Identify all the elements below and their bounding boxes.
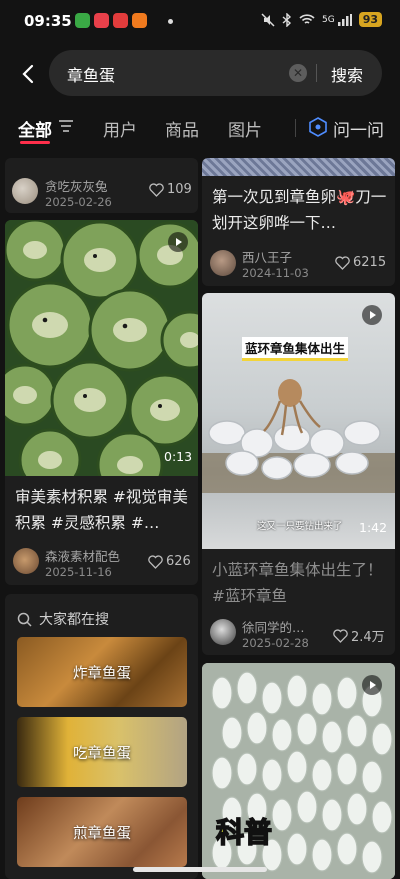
search-icon bbox=[17, 612, 32, 627]
suggestion-label: 吃章鱼蛋 bbox=[73, 746, 131, 762]
post-card[interactable]: 第一次见到章鱼卵🐙刀一划开这卵哗一下… 西八王子 2024-11-03 6215 bbox=[202, 158, 395, 286]
post-date: 2025-02-26 bbox=[45, 195, 112, 209]
mute-icon bbox=[261, 12, 275, 27]
video-overlay-title: 蓝环章鱼集体出生 bbox=[242, 337, 349, 361]
tab-goods[interactable]: 商品 bbox=[165, 116, 199, 141]
divider bbox=[316, 64, 317, 82]
post-card[interactable]: 科普 bbox=[202, 663, 395, 879]
author-name[interactable]: 徐同学的… bbox=[242, 617, 305, 636]
avatar[interactable] bbox=[12, 178, 38, 204]
like-count: 2.4万 bbox=[351, 630, 385, 645]
author-name[interactable]: 森液素材配色 bbox=[45, 546, 120, 565]
signal-icon bbox=[337, 13, 352, 26]
post-card[interactable]: 0:13 审美素材积累 #视觉审美积累 #灵感积累 #… 森液素材配色 2025… bbox=[5, 220, 198, 585]
post-title[interactable]: 小蓝环章鱼集体出生了！#蓝环章鱼 bbox=[212, 557, 388, 609]
search-query[interactable]: 章鱼蛋 bbox=[67, 62, 115, 86]
octopus-hatching-image bbox=[202, 379, 395, 493]
like-count: 626 bbox=[166, 554, 191, 569]
suggestion-label: 炸章鱼蛋 bbox=[73, 666, 131, 682]
clock: 09:35 bbox=[24, 12, 72, 30]
like-button[interactable]: 2.4万 bbox=[333, 626, 385, 645]
post-cover-image[interactable]: 0:13 bbox=[5, 220, 198, 476]
heart-icon bbox=[149, 182, 164, 197]
post-title[interactable]: 第一次见到章鱼卵🐙刀一划开这卵哗一下… bbox=[212, 184, 388, 236]
suggestion-card: 大家都在搜 炸章鱼蛋 吃章鱼蛋 煎章鱼蛋 bbox=[5, 594, 198, 879]
heart-icon bbox=[335, 255, 350, 270]
video-overlay-title: 科普 bbox=[215, 815, 273, 850]
video-duration: 0:13 bbox=[164, 449, 193, 464]
battery-level: 93 bbox=[358, 12, 382, 27]
video-duration: 1:42 bbox=[359, 520, 388, 535]
app-notification-icon bbox=[75, 13, 90, 28]
suggestion-header: 大家都在搜 bbox=[39, 612, 109, 628]
suggestion-item[interactable]: 煎章鱼蛋 bbox=[17, 797, 187, 867]
post-date: 2024-11-03 bbox=[242, 266, 309, 280]
play-icon[interactable] bbox=[168, 232, 188, 252]
wifi-icon bbox=[299, 13, 315, 24]
status-bar: 09:35 5G 93 bbox=[0, 0, 400, 44]
search-input[interactable]: 章鱼蛋 ✕ 搜索 bbox=[49, 50, 382, 96]
play-icon[interactable] bbox=[362, 675, 382, 695]
tab-ask[interactable]: 问一问 bbox=[333, 116, 384, 141]
heart-icon bbox=[333, 628, 348, 643]
heart-icon bbox=[148, 554, 163, 569]
divider bbox=[295, 119, 296, 137]
like-button[interactable]: 626 bbox=[148, 554, 191, 569]
like-count: 109 bbox=[167, 182, 192, 197]
bluetooth-icon bbox=[282, 12, 292, 27]
avatar[interactable] bbox=[13, 548, 39, 574]
like-count: 6215 bbox=[353, 255, 387, 270]
like-button[interactable]: 109 bbox=[149, 182, 192, 197]
active-tab-indicator bbox=[20, 141, 50, 144]
search-bar: 章鱼蛋 ✕ 搜索 bbox=[0, 50, 400, 98]
like-button[interactable]: 6215 bbox=[335, 255, 386, 270]
post-date: 2025-11-16 bbox=[45, 565, 112, 579]
suggestion-item[interactable]: 吃章鱼蛋 bbox=[17, 717, 187, 787]
tab-all[interactable]: 全部 bbox=[18, 116, 52, 141]
video-subtitle: 这又一只要钻出来了 bbox=[257, 521, 343, 532]
author-name[interactable]: 贪吃灰灰兔 bbox=[45, 176, 108, 195]
post-cover-image[interactable] bbox=[202, 158, 395, 176]
post-cover-image[interactable]: 科普 bbox=[202, 663, 395, 879]
more-notifications-dot bbox=[168, 19, 173, 24]
filter-icon[interactable] bbox=[58, 119, 74, 133]
app-notification-icon bbox=[113, 13, 128, 28]
tab-images[interactable]: 图片 bbox=[228, 116, 262, 141]
author-name[interactable]: 西八王子 bbox=[242, 247, 292, 266]
play-icon[interactable] bbox=[362, 305, 382, 325]
clear-icon[interactable]: ✕ bbox=[289, 64, 307, 82]
post-title[interactable]: 审美素材积累 #视觉审美积累 #灵感积累 #… bbox=[15, 484, 191, 536]
post-cover-image[interactable]: 蓝环章鱼集体出生 这又一只要钻出来了 1:42 bbox=[202, 293, 395, 549]
post-date: 2025-02-28 bbox=[242, 636, 309, 650]
avatar[interactable] bbox=[210, 619, 236, 645]
post-card[interactable]: 贪吃灰灰兔 2025-02-26 109 bbox=[5, 158, 198, 213]
home-indicator[interactable] bbox=[133, 867, 267, 872]
network-label: 5G bbox=[321, 14, 335, 25]
back-arrow-icon[interactable] bbox=[18, 62, 40, 86]
avatar[interactable] bbox=[210, 250, 236, 276]
app-notification-icon bbox=[94, 13, 109, 28]
system-icons: 5G 93 bbox=[261, 12, 382, 27]
suggestion-label: 煎章鱼蛋 bbox=[73, 826, 131, 842]
notification-icons bbox=[75, 13, 147, 28]
ask-icon[interactable] bbox=[308, 117, 328, 137]
search-button[interactable]: 搜索 bbox=[331, 62, 363, 86]
frog-eggs-image bbox=[5, 220, 198, 476]
app-notification-icon bbox=[132, 13, 147, 28]
tab-users[interactable]: 用户 bbox=[103, 116, 137, 141]
suggestion-item[interactable]: 炸章鱼蛋 bbox=[17, 637, 187, 707]
post-card[interactable]: 蓝环章鱼集体出生 这又一只要钻出来了 1:42 小蓝环章鱼集体出生了！#蓝环章鱼… bbox=[202, 293, 395, 655]
tab-bar: 全部 用户 商品 图片 问一问 bbox=[0, 108, 400, 148]
